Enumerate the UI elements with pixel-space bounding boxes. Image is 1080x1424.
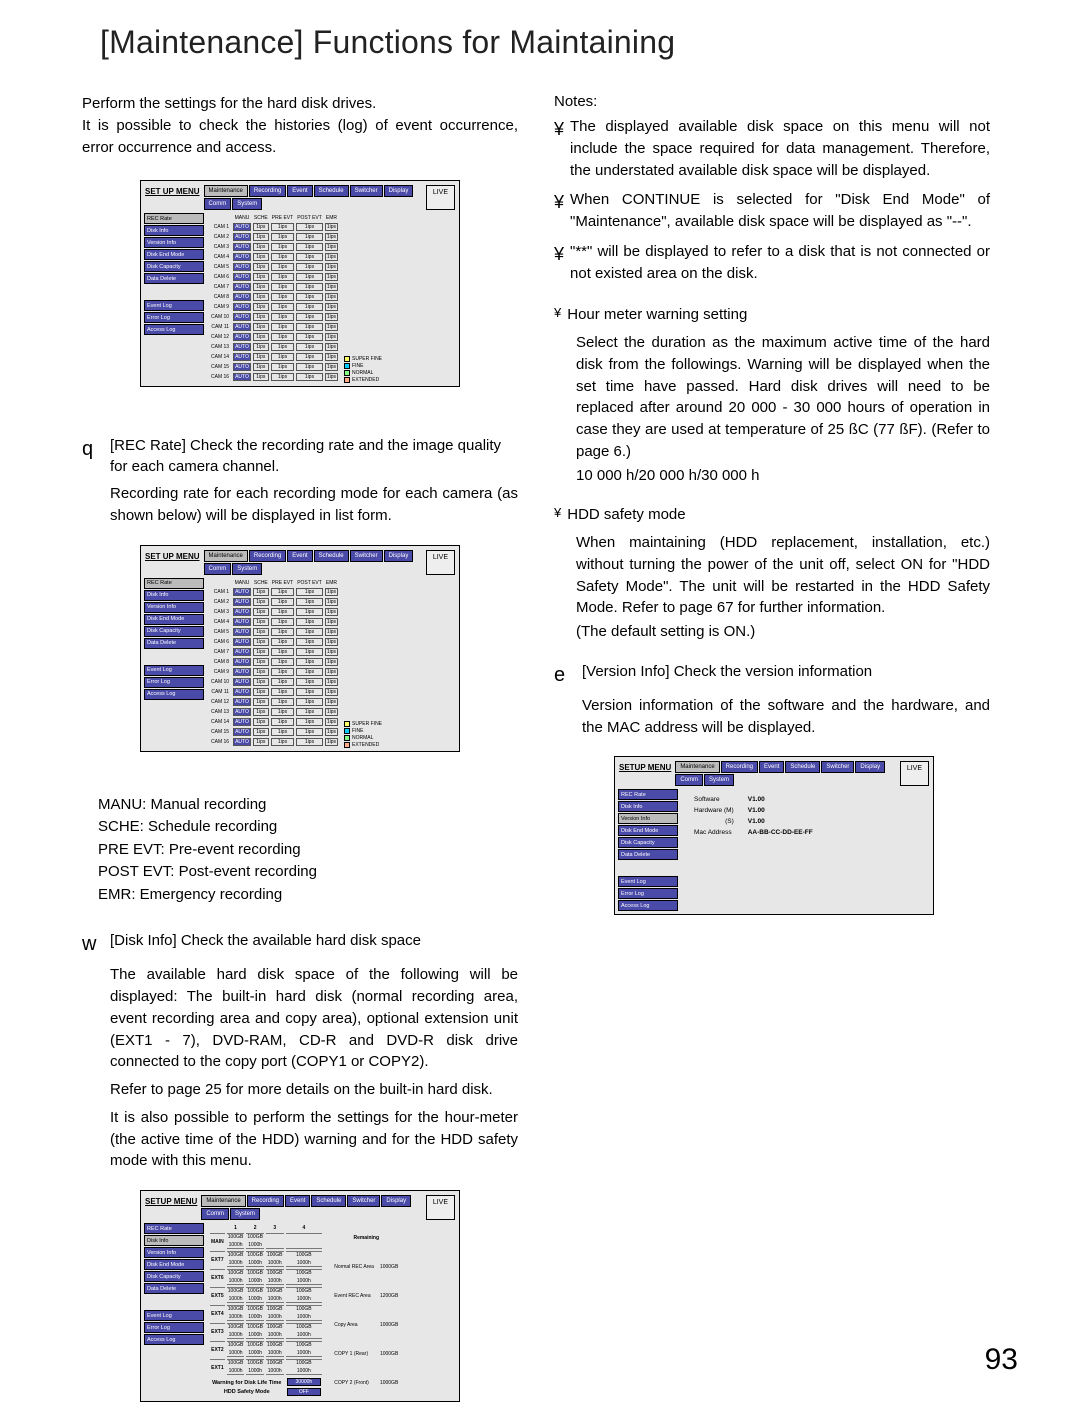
hour-meter-body-2: 10 000 h/20 000 h/30 000 h: [576, 465, 990, 487]
bullet-mark: ¥: [554, 241, 564, 285]
disk-info-body-2: Refer to page 25 for more details on the…: [110, 1079, 518, 1101]
live-button: LIVE: [426, 185, 455, 210]
tab: Maintenance: [204, 185, 248, 197]
hour-meter-body-1: Select the duration as the maximum activ…: [576, 332, 990, 463]
note-2: When CONTINUE is selected for "Disk End …: [570, 189, 990, 233]
left-nav: Disk Info: [144, 225, 204, 236]
note-1: The displayed available disk space on th…: [570, 116, 990, 181]
hdd-safety-body-2: (The default setting is ON.): [576, 621, 990, 643]
tab: Switcher: [350, 185, 383, 197]
section-marker-w: w: [82, 930, 100, 958]
intro-line-1: Perform the settings for the hard disk d…: [82, 95, 376, 112]
rec-rate-heading: [REC Rate] Check the recording rate and …: [110, 435, 518, 477]
rec-rate-body: Recording rate for each recording mode f…: [110, 483, 518, 527]
rec-rate-screenshot-2: SET UP MENU MaintenanceRecordingEventSch…: [140, 545, 460, 752]
right-column: Notes: ¥The displayed available disk spa…: [554, 93, 990, 1424]
page-title: [Maintenance] Functions for Maintaining: [100, 24, 1018, 61]
hour-meter-heading: Hour meter warning setting: [567, 304, 747, 326]
left-nav: Access Log: [144, 324, 204, 335]
notes-heading: Notes:: [554, 93, 990, 110]
disk-table: 1234 MAIN100GB100GB 1000h1000h EXT7100GB…: [208, 1223, 324, 1398]
tab: System: [232, 198, 262, 210]
tab: Event: [287, 185, 312, 197]
disk-info-screenshot: SETUP MENU MaintenanceRecordingEventSche…: [140, 1190, 460, 1402]
version-info-heading: [Version Info] Check the version informa…: [582, 661, 990, 689]
version-info-screenshot: SETUP MENU MaintenanceRecordingEventSche…: [614, 756, 934, 915]
disk-info-heading: [Disk Info] Check the available hard dis…: [110, 930, 518, 958]
hdd-safety-heading: HDD safety mode: [567, 504, 685, 526]
section-marker-e: e: [554, 661, 572, 689]
page-number: 93: [985, 1343, 1018, 1377]
quality-legend: SUPER FINE FINE NORMAL EXTENDED: [344, 356, 382, 383]
hdd-safety-body-1: When maintaining (HDD replacement, insta…: [576, 532, 990, 619]
section-marker-q: q: [82, 435, 100, 477]
tab: Recording: [249, 185, 286, 197]
tab: Comm: [204, 198, 232, 210]
intro-line-2: It is possible to check the histories (l…: [82, 117, 518, 156]
disk-info-body-1: The available hard disk space of the fol…: [110, 964, 518, 1073]
left-nav: Error Log: [144, 312, 204, 323]
version-table: SoftwareV1.00 Hardware (M)V1.00 (S)V1.00…: [686, 793, 821, 839]
bullet-mark: ¥: [554, 304, 561, 326]
bullet-mark: ¥: [554, 504, 561, 526]
tab: Display: [384, 185, 414, 197]
bullet-mark: ¥: [554, 189, 564, 233]
version-info-body: Version information of the software and …: [582, 695, 990, 739]
rec-rate-screenshot-1: SET UP MENU Maintenance Recording Event …: [140, 180, 460, 387]
tab: Schedule: [314, 185, 349, 197]
rec-rate-table: MANUSCHEPRE EVTPOST EVTEMR CAM 1AUTO1ips…: [208, 213, 340, 383]
bullet-mark: ¥: [554, 116, 564, 181]
left-nav: Event Log: [144, 300, 204, 311]
remaining-table: Remaining Normal REC Area1000GB Event RE…: [330, 1223, 402, 1398]
left-column: Perform the settings for the hard disk d…: [82, 93, 518, 1424]
left-nav: REC Rate: [144, 213, 204, 224]
disk-info-body-3: It is also possible to perform the setti…: [110, 1107, 518, 1172]
note-3: "**" will be displayed to refer to a dis…: [570, 241, 990, 285]
recording-mode-legend: MANU: Manual recording SCHE: Schedule re…: [98, 794, 518, 907]
left-nav: Disk End Mode: [144, 249, 204, 260]
left-nav: Version Info: [144, 237, 204, 248]
left-nav: Disk Capacity: [144, 261, 204, 272]
left-nav: Data Delete: [144, 273, 204, 284]
setup-menu-title: SET UP MENU: [145, 185, 200, 210]
